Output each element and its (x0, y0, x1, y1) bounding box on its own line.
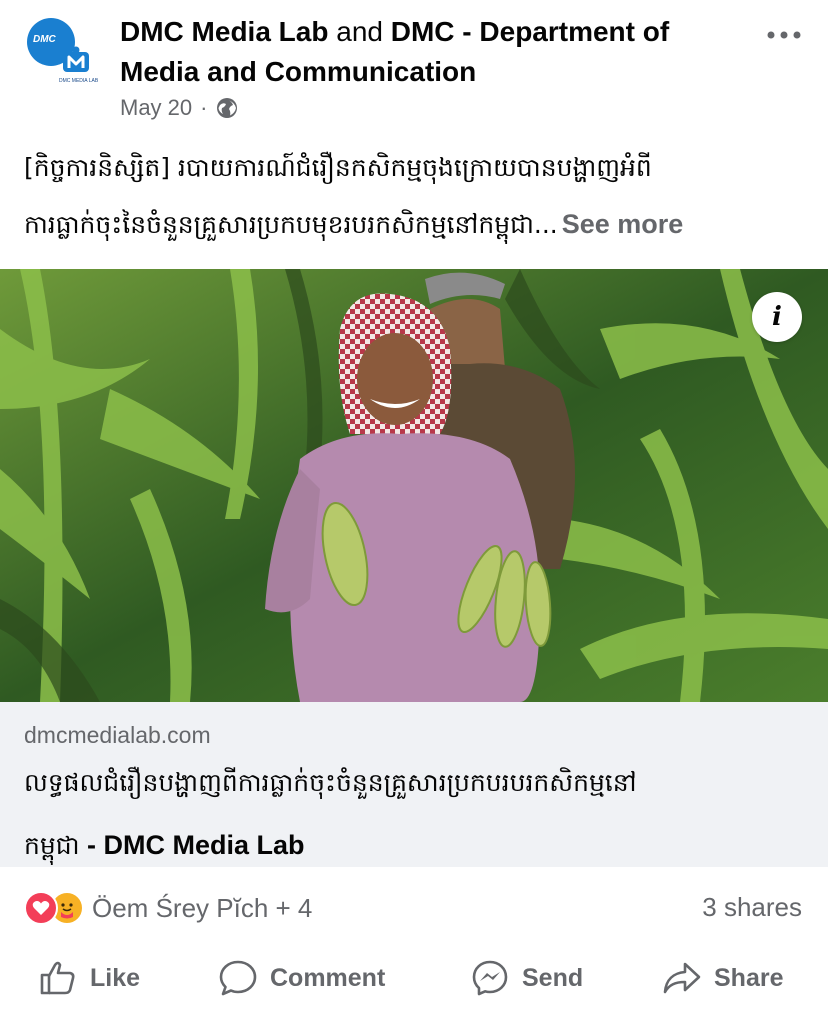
link-domain: dmcmedialab.com (24, 722, 211, 748)
globe-icon (217, 98, 238, 118)
like-button[interactable]: Like (38, 950, 140, 1006)
send-label: Send (522, 963, 584, 992)
action-bar: Like Comment Send Share (0, 950, 828, 1006)
post-text-line-2-text: ការធ្លាក់ចុះនៃចំនួនគ្រួសារប្រកបមុខរបរកសិ… (24, 210, 558, 239)
share-label: Share (714, 963, 784, 992)
info-icon: i (772, 302, 782, 332)
post-title: DMC Media Lab and DMC - Department of Me… (120, 12, 740, 92)
link-title-suffix: - DMC Media Lab (79, 830, 305, 860)
share-arrow-icon (663, 962, 701, 994)
post-date[interactable]: May 20 (120, 95, 192, 121)
love-icon (24, 891, 58, 925)
farmer-photo-image (0, 269, 828, 702)
reactions-summary[interactable]: Öem Śrey Pĭch + 4 (24, 888, 312, 928)
post-photo[interactable]: i (0, 269, 828, 702)
link-title-line-2-text: កម្ពុជា (24, 831, 80, 860)
post-meta: May 20 · (120, 94, 239, 122)
like-label: Like (90, 963, 141, 992)
page-name-link-1[interactable]: DMC Media Lab (120, 16, 328, 47)
shares-count[interactable]: 3 shares (702, 892, 802, 923)
comment-bubble-icon (219, 960, 257, 996)
post-header: DMC DMC MEDIA LAB DMC Media Lab and DMC … (0, 0, 828, 128)
comment-button[interactable]: Comment (218, 950, 385, 1006)
link-title: លទ្ធផលជំរឿនបង្ហាញពីការធ្លាក់ចុះចំនួនគ្រួ… (24, 752, 814, 877)
share-button[interactable]: Share (662, 950, 783, 1006)
more-options-button[interactable] (762, 20, 806, 50)
link-title-line-1: លទ្ធផលជំរឿនបង្ហាញពីការធ្លាក់ចុះចំនួនគ្រួ… (24, 768, 637, 797)
reaction-names[interactable]: Öem Śrey Pĭch + 4 (92, 893, 312, 924)
avatar-logo-mark (63, 46, 89, 72)
avatar-logo-caption: DMC MEDIA LAB (59, 78, 99, 84)
page-avatar[interactable]: DMC DMC MEDIA LAB (27, 18, 99, 88)
photo-info-button[interactable]: i (752, 292, 802, 342)
meta-separator: · (200, 95, 208, 120)
thumbs-up-icon (40, 961, 75, 995)
post-text-line-2: ការធ្លាក់ចុះនៃចំនួនគ្រួសារប្រកបមុខរបរកសិ… (24, 196, 814, 253)
post-body: [កិច្ចការនិស្សិត] របាយការណ៍ជំរឿនកសិកម្មច… (24, 140, 814, 253)
post-text-line-1: [កិច្ចការនិស្សិត] របាយការណ៍ជំរឿនកសិកម្មច… (24, 153, 652, 182)
avatar-logo-text: DMC (33, 34, 56, 45)
link-title-line-2: កម្ពុជា - DMC Media Lab (24, 814, 814, 877)
see-more-link[interactable]: See more (562, 209, 684, 239)
comment-label: Comment (270, 963, 386, 992)
more-dots-icon (767, 31, 801, 39)
send-button[interactable]: Send (470, 950, 583, 1006)
title-conjunction: and (328, 16, 391, 47)
messenger-icon (472, 960, 508, 996)
link-preview-card[interactable]: dmcmedialab.com លទ្ធផលជំរឿនបង្ហាញពីការធ្… (0, 702, 828, 867)
